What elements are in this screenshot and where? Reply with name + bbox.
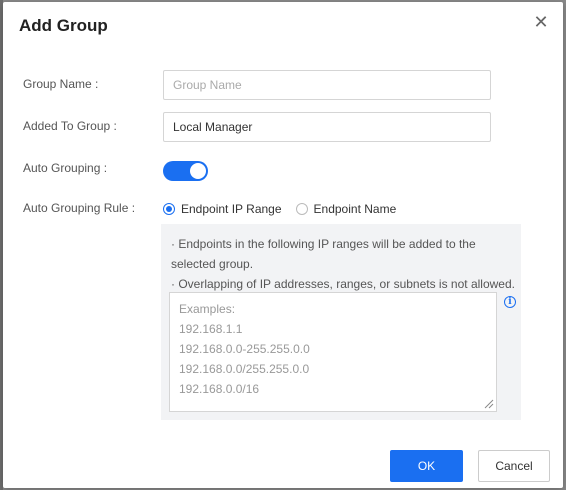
group-name-input[interactable]: [163, 70, 491, 100]
example-line: Examples:: [179, 302, 236, 316]
auto-grouping-label: Auto Grouping :: [23, 161, 108, 175]
ip-range-panel: · Endpoints in the following IP ranges w…: [161, 224, 521, 420]
auto-grouping-rule-label: Auto Grouping Rule :: [23, 201, 136, 215]
toggle-knob: [190, 163, 206, 179]
auto-grouping-rule-radio-group: Endpoint IP Range Endpoint Name: [163, 201, 410, 217]
add-group-dialog: Add Group ✕ Group Name : Added To Group …: [3, 2, 563, 488]
group-name-label: Group Name :: [23, 77, 99, 91]
added-to-group-label: Added To Group :: [23, 119, 117, 133]
added-to-group-input[interactable]: [163, 112, 491, 142]
radio-label: Endpoint IP Range: [181, 202, 282, 216]
resize-handle-icon[interactable]: [484, 399, 494, 409]
radio-endpoint-name[interactable]: Endpoint Name: [295, 202, 397, 216]
example-line: 192.168.0.0/16: [179, 382, 260, 396]
dialog-title: Add Group: [19, 16, 108, 35]
ip-range-textarea[interactable]: Examples: 192.168.1.1 192.168.0.0-255.25…: [169, 292, 497, 412]
close-icon[interactable]: ✕: [533, 13, 549, 31]
auto-grouping-toggle[interactable]: [163, 161, 208, 181]
radio-label: Endpoint Name: [313, 202, 397, 216]
example-line: 192.168.0.0/255.255.0.0: [179, 362, 310, 376]
panel-note-2: · Overlapping of IP addresses, ranges, o…: [171, 277, 515, 291]
radio-endpoint-ip-range[interactable]: Endpoint IP Range: [163, 202, 282, 216]
example-line: 192.168.1.1: [179, 322, 243, 336]
cancel-button[interactable]: Cancel: [478, 450, 550, 482]
ok-button[interactable]: OK: [390, 450, 463, 482]
radio-selected-icon: [163, 203, 175, 215]
info-icon[interactable]: i: [504, 296, 516, 308]
panel-note-1: · Endpoints in the following IP ranges w…: [171, 237, 476, 271]
example-line: 192.168.0.0-255.255.0.0: [179, 342, 310, 356]
radio-unselected-icon: [295, 203, 308, 215]
